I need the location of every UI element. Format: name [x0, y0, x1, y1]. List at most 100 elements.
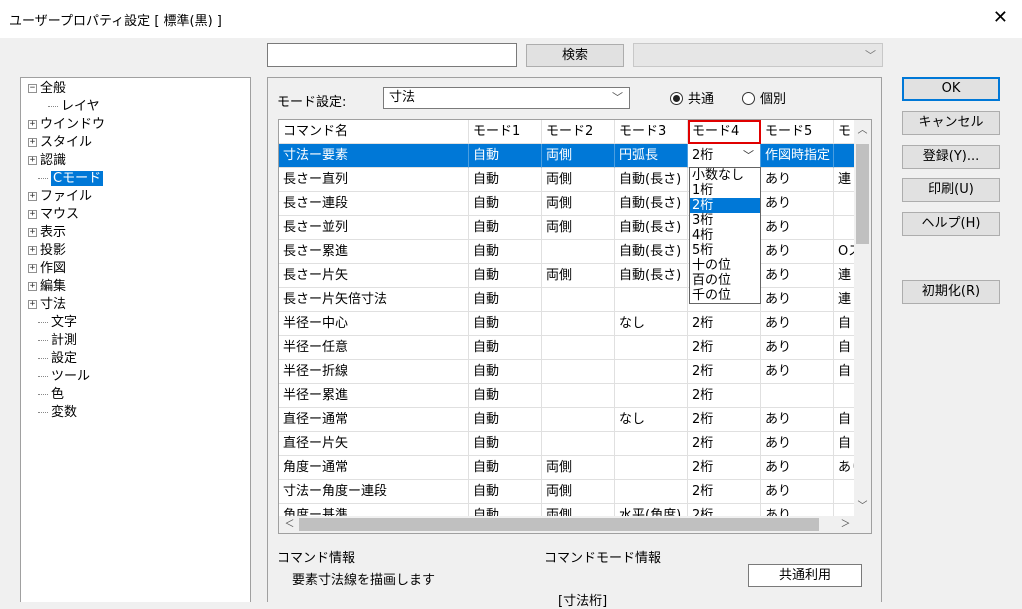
table-cell[interactable]: あり: [761, 288, 834, 312]
table-cell[interactable]: 自動: [469, 288, 542, 312]
table-cell[interactable]: [834, 144, 855, 168]
chevron-down-icon[interactable]: ﹀: [743, 144, 754, 167]
cancel-button[interactable]: キャンセル: [902, 111, 1000, 135]
column-header[interactable]: モード1: [469, 120, 542, 144]
table-cell[interactable]: あり: [761, 456, 834, 480]
table-cell[interactable]: [542, 312, 615, 336]
table-cell[interactable]: 半径ー累進: [279, 384, 469, 408]
table-cell[interactable]: 2桁: [688, 336, 761, 360]
table-cell[interactable]: [834, 216, 855, 240]
search-button[interactable]: 検索: [526, 44, 624, 67]
column-header[interactable]: モード3: [615, 120, 688, 144]
table-row[interactable]: 半径ー折線 自動 2桁 あり 自: [279, 360, 855, 384]
table-cell[interactable]: 2桁: [688, 480, 761, 504]
mode4-dropdown-list[interactable]: 小数なし 1桁 2桁 3桁 4桁 5桁 十の位 百の位 千の位: [689, 167, 761, 304]
table-cell[interactable]: 自動: [469, 384, 542, 408]
tree-item[interactable]: 文字: [38, 314, 77, 332]
table-cell[interactable]: あり: [761, 432, 834, 456]
table-cell[interactable]: [615, 480, 688, 504]
table-cell[interactable]: [615, 360, 688, 384]
table-cell[interactable]: [834, 384, 855, 408]
table-row[interactable]: 寸法ー角度ー連段 自動 両側 2桁 あり: [279, 480, 855, 504]
register-button[interactable]: 登録(Y)...: [902, 145, 1000, 169]
table-row[interactable]: 長さー連段 自動 両側 自動(長さ) あり: [279, 192, 855, 216]
table-cell[interactable]: あり: [761, 504, 834, 516]
expand-icon[interactable]: +: [28, 210, 37, 219]
table-row[interactable]: 直径ー通常 自動 なし 2桁 あり 自: [279, 408, 855, 432]
table-cell[interactable]: 両側: [542, 264, 615, 288]
table-cell[interactable]: 自動(長さ): [615, 240, 688, 264]
table-cell[interactable]: 自動: [469, 360, 542, 384]
table-cell[interactable]: 自動: [469, 408, 542, 432]
table-cell[interactable]: [615, 384, 688, 408]
tree-item[interactable]: + 表示: [28, 224, 66, 242]
table-row[interactable]: 直径ー片矢 自動 2桁 あり 自: [279, 432, 855, 456]
table-cell[interactable]: [542, 240, 615, 264]
table-cell[interactable]: 自: [834, 432, 855, 456]
table-row[interactable]: 長さー片矢 自動 両側 自動(長さ) あり 連: [279, 264, 855, 288]
scroll-left-icon[interactable]: ＜: [281, 516, 298, 533]
table-cell[interactable]: 2桁: [688, 504, 761, 516]
tree-item[interactable]: + マウス: [28, 206, 79, 224]
tree-item[interactable]: + 認識: [28, 152, 66, 170]
expand-icon[interactable]: +: [28, 228, 37, 237]
table-cell[interactable]: [615, 336, 688, 360]
table-cell[interactable]: 2桁: [688, 408, 761, 432]
dropdown-option[interactable]: 十の位: [690, 258, 760, 273]
table-cell[interactable]: 両側: [542, 192, 615, 216]
table-row[interactable]: 長さー並列 自動 両側 自動(長さ) あり: [279, 216, 855, 240]
table-cell[interactable]: 2桁: [688, 384, 761, 408]
table-cell[interactable]: 長さー並列: [279, 216, 469, 240]
table-cell[interactable]: 自動: [469, 432, 542, 456]
table-cell[interactable]: [542, 360, 615, 384]
table-cell[interactable]: あり: [761, 264, 834, 288]
help-button[interactable]: ヘルプ(H): [902, 212, 1000, 236]
table-cell[interactable]: 自: [834, 408, 855, 432]
table-cell[interactable]: [615, 432, 688, 456]
table-cell[interactable]: 自: [834, 336, 855, 360]
table-cell[interactable]: 2桁: [688, 456, 761, 480]
tree-item[interactable]: + 編集: [28, 278, 66, 296]
table-cell[interactable]: あり: [761, 336, 834, 360]
table-cell[interactable]: [542, 336, 615, 360]
table-cell[interactable]: 半径ー任意: [279, 336, 469, 360]
table-cell[interactable]: 2桁: [688, 312, 761, 336]
table-cell[interactable]: [542, 432, 615, 456]
table-cell[interactable]: 両側: [542, 480, 615, 504]
mode4-combo[interactable]: 2桁 ﹀: [688, 144, 761, 168]
table-cell[interactable]: 自動(長さ): [615, 192, 688, 216]
search-filter-select[interactable]: ﹀: [633, 43, 883, 67]
tree-item[interactable]: 変数: [38, 404, 77, 422]
scroll-thumb-horizontal[interactable]: [299, 518, 819, 531]
table-cell[interactable]: 両側: [542, 144, 615, 168]
column-header[interactable]: モード5: [761, 120, 834, 144]
table-cell[interactable]: [542, 288, 615, 312]
table-cell[interactable]: 自動: [469, 216, 542, 240]
table-cell[interactable]: 自動: [469, 336, 542, 360]
tree-item[interactable]: 色: [38, 386, 64, 404]
table-cell[interactable]: 長さー連段: [279, 192, 469, 216]
tree-item[interactable]: 設定: [38, 350, 77, 368]
expand-icon[interactable]: +: [28, 264, 37, 273]
table-row[interactable]: 半径ー累進 自動 2桁: [279, 384, 855, 408]
table-cell[interactable]: 半径ー折線: [279, 360, 469, 384]
table-cell[interactable]: 自動: [469, 456, 542, 480]
dropdown-option[interactable]: 4桁: [690, 228, 760, 243]
table-cell[interactable]: [615, 288, 688, 312]
dropdown-option[interactable]: 3桁: [690, 213, 760, 228]
table-cell[interactable]: あり: [761, 240, 834, 264]
table-cell[interactable]: 寸法ー角度ー連段: [279, 480, 469, 504]
table-cell[interactable]: Oス: [834, 240, 855, 264]
table-cell[interactable]: 自動(長さ): [615, 216, 688, 240]
table-cell[interactable]: 自動: [469, 264, 542, 288]
tree-item[interactable]: + ファイル: [28, 188, 92, 206]
dropdown-option[interactable]: 百の位: [690, 273, 760, 288]
column-header[interactable]: モ: [834, 120, 855, 144]
tree-item[interactable]: + ウインドウ: [28, 116, 105, 134]
expand-icon[interactable]: +: [28, 246, 37, 255]
tree-item[interactable]: ツール: [38, 368, 90, 386]
expand-icon[interactable]: +: [28, 120, 37, 129]
table-row[interactable]: 半径ー任意 自動 2桁 あり 自: [279, 336, 855, 360]
table-cell[interactable]: 自動: [469, 168, 542, 192]
table-cell[interactable]: なし: [615, 312, 688, 336]
